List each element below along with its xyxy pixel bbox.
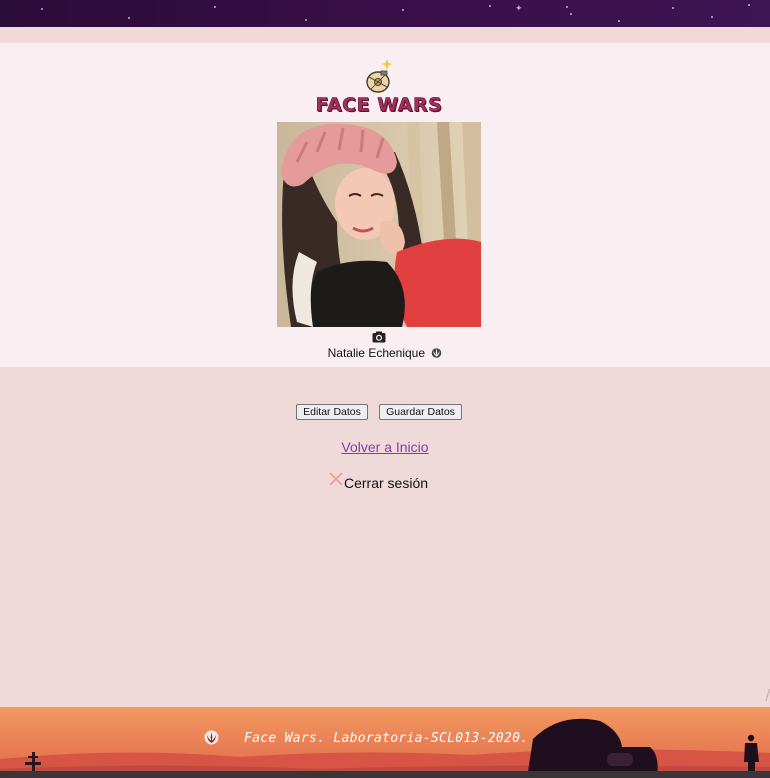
face-wars-logo: FACE WARS [312,57,446,119]
jedi-order-icon [432,348,442,358]
back-to-home-link[interactable]: Volver a Inicio [0,439,770,455]
profile-photo [277,122,481,327]
save-data-button[interactable]: Guardar Datos [379,404,462,420]
footer: Face Wars. Laboratoria-SCL013-2020. [0,707,770,778]
camera-icon[interactable] [372,331,386,343]
millennium-falcon-icon [366,59,393,93]
scroll-corner-mark [765,688,770,702]
bottom-strip [0,771,770,778]
brand-logo-text: FACE WARS [315,94,443,117]
logout-label: Cerrar sesión [344,475,429,491]
footer-credit: Face Wars. Laboratoria-SCL013-2020. [244,731,529,746]
profile-name: Natalie Echenique [327,346,426,360]
edit-data-button[interactable]: Editar Datos [296,404,368,420]
close-icon [329,472,343,486]
profile-name-row: Natalie Echenique [0,345,770,361]
top-space-banner: ✦ [0,0,770,27]
jedi-order-icon [204,730,219,745]
